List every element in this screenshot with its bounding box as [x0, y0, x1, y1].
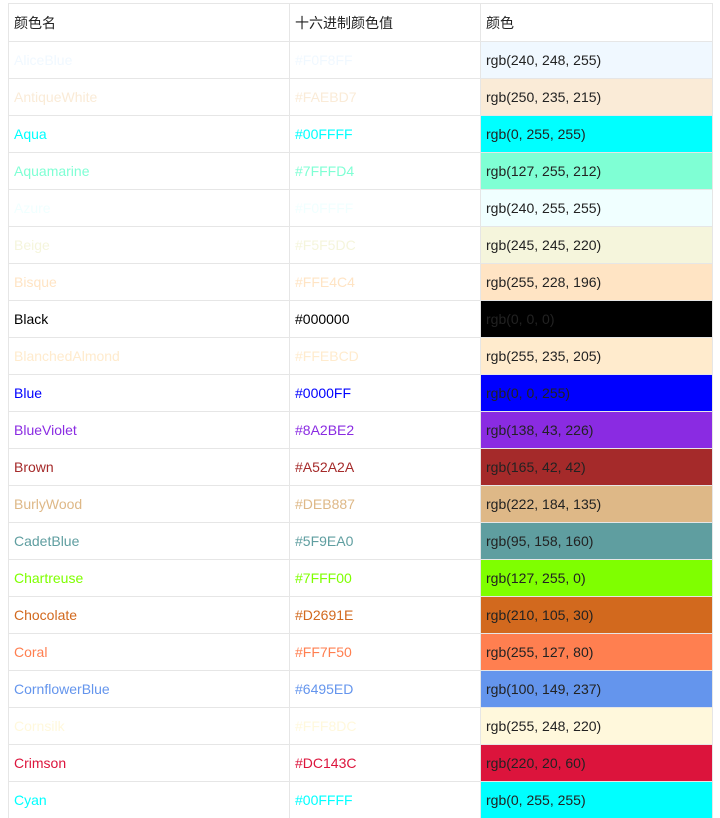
color-name-cell: Azure [8, 189, 290, 227]
color-name-cell: Aquamarine [8, 152, 290, 190]
color-swatch-cell: rgb(222, 184, 135) [480, 485, 713, 523]
color-swatch-cell: rgb(240, 255, 255) [480, 189, 713, 227]
table-row: Beige #F5F5DC rgb(245, 245, 220) [8, 226, 713, 264]
hex-value-cell: #FFEBCD [289, 337, 481, 375]
table-row: BlanchedAlmond #FFEBCD rgb(255, 235, 205) [8, 337, 713, 375]
table-row: CadetBlue #5F9EA0 rgb(95, 158, 160) [8, 522, 713, 560]
header-row: 颜色名 十六进制颜色值 颜色 [8, 3, 713, 42]
hex-value-cell: #F0F8FF [289, 41, 481, 79]
table-row: Black #000000 rgb(0, 0, 0) [8, 300, 713, 338]
color-name-cell: AntiqueWhite [8, 78, 290, 116]
hex-value-cell: #8A2BE2 [289, 411, 481, 449]
hex-value-cell: #D2691E [289, 596, 481, 634]
hex-value-cell: #DC143C [289, 744, 481, 782]
hex-value-cell: #F5F5DC [289, 226, 481, 264]
color-name-cell: Black [8, 300, 290, 338]
table-row: Chartreuse #7FFF00 rgb(127, 255, 0) [8, 559, 713, 597]
color-name-cell: Beige [8, 226, 290, 264]
table-row: CornflowerBlue #6495ED rgb(100, 149, 237) [8, 670, 713, 708]
color-name-cell: AliceBlue [8, 41, 290, 79]
hex-value-cell: #DEB887 [289, 485, 481, 523]
color-name-cell: Crimson [8, 744, 290, 782]
color-name-cell: Chocolate [8, 596, 290, 634]
color-swatch-cell: rgb(0, 0, 0) [480, 300, 713, 338]
color-swatch-cell: rgb(127, 255, 212) [480, 152, 713, 190]
hex-value-cell: #00FFFF [289, 115, 481, 153]
color-name-cell: Cornsilk [8, 707, 290, 745]
hex-value-cell: #000000 [289, 300, 481, 338]
table-row: AntiqueWhite #FAEBD7 rgb(250, 235, 215) [8, 78, 713, 116]
color-swatch-cell: rgb(255, 127, 80) [480, 633, 713, 671]
color-name-cell: Aqua [8, 115, 290, 153]
color-swatch-cell: rgb(127, 255, 0) [480, 559, 713, 597]
color-name-cell: Cyan [8, 781, 290, 818]
color-swatch-cell: rgb(255, 248, 220) [480, 707, 713, 745]
hex-value-cell: #A52A2A [289, 448, 481, 486]
table-row: Chocolate #D2691E rgb(210, 105, 30) [8, 596, 713, 634]
color-name-cell: CadetBlue [8, 522, 290, 560]
color-swatch-cell: rgb(210, 105, 30) [480, 596, 713, 634]
color-name-cell: Chartreuse [8, 559, 290, 597]
table-row: Crimson #DC143C rgb(220, 20, 60) [8, 744, 713, 782]
table-row: AliceBlue #F0F8FF rgb(240, 248, 255) [8, 41, 713, 79]
color-name-cell: Coral [8, 633, 290, 671]
color-swatch-cell: rgb(95, 158, 160) [480, 522, 713, 560]
table-row: Brown #A52A2A rgb(165, 42, 42) [8, 448, 713, 486]
hex-value-cell: #7FFF00 [289, 559, 481, 597]
table-row: Bisque #FFE4C4 rgb(255, 228, 196) [8, 263, 713, 301]
color-swatch-cell: rgb(255, 228, 196) [480, 263, 713, 301]
table-row: Cornsilk #FFF8DC rgb(255, 248, 220) [8, 707, 713, 745]
table-row: Blue #0000FF rgb(0, 0, 255) [8, 374, 713, 412]
color-name-cell: BlueViolet [8, 411, 290, 449]
header-color-name: 颜色名 [8, 3, 290, 42]
table-row: BlueViolet #8A2BE2 rgb(138, 43, 226) [8, 411, 713, 449]
color-name-cell: BurlyWood [8, 485, 290, 523]
header-color: 颜色 [480, 3, 713, 42]
color-swatch-cell: rgb(0, 0, 255) [480, 374, 713, 412]
color-swatch-cell: rgb(165, 42, 42) [480, 448, 713, 486]
color-name-cell: BlanchedAlmond [8, 337, 290, 375]
table-row: Aqua #00FFFF rgb(0, 255, 255) [8, 115, 713, 153]
color-table: 颜色名 十六进制颜色值 颜色 AliceBlue #F0F8FF rgb(240, … [8, 3, 713, 818]
table-row: BurlyWood #DEB887 rgb(222, 184, 135) [8, 485, 713, 523]
table-row: Azure #F0FFFF rgb(240, 255, 255) [8, 189, 713, 227]
hex-value-cell: #7FFFD4 [289, 152, 481, 190]
color-swatch-cell: rgb(250, 235, 215) [480, 78, 713, 116]
hex-value-cell: #FFE4C4 [289, 263, 481, 301]
color-swatch-cell: rgb(138, 43, 226) [480, 411, 713, 449]
table-row: Aquamarine #7FFFD4 rgb(127, 255, 212) [8, 152, 713, 190]
table-body: AliceBlue #F0F8FF rgb(240, 248, 255) Antiqu… [8, 41, 713, 818]
color-name-cell: Brown [8, 448, 290, 486]
color-swatch-cell: rgb(0, 255, 255) [480, 781, 713, 818]
hex-value-cell: #F0FFFF [289, 189, 481, 227]
table-row: Coral #FF7F50 rgb(255, 127, 80) [8, 633, 713, 671]
hex-value-cell: #5F9EA0 [289, 522, 481, 560]
table-row: Cyan #00FFFF rgb(0, 255, 255) [8, 781, 713, 818]
color-swatch-cell: rgb(245, 245, 220) [480, 226, 713, 264]
table-header: 颜色名 十六进制颜色值 颜色 [8, 3, 713, 42]
hex-value-cell: #00FFFF [289, 781, 481, 818]
hex-value-cell: #FF7F50 [289, 633, 481, 671]
hex-value-cell: #0000FF [289, 374, 481, 412]
hex-value-cell: #FFF8DC [289, 707, 481, 745]
color-name-cell: CornflowerBlue [8, 670, 290, 708]
color-name-cell: Blue [8, 374, 290, 412]
color-swatch-cell: rgb(240, 248, 255) [480, 41, 713, 79]
color-name-cell: Bisque [8, 263, 290, 301]
hex-value-cell: #6495ED [289, 670, 481, 708]
hex-value-cell: #FAEBD7 [289, 78, 481, 116]
color-swatch-cell: rgb(220, 20, 60) [480, 744, 713, 782]
page: 颜色名 十六进制颜色值 颜色 AliceBlue #F0F8FF rgb(240, … [0, 0, 720, 818]
color-swatch-cell: rgb(0, 255, 255) [480, 115, 713, 153]
header-hex-value: 十六进制颜色值 [289, 3, 481, 42]
color-swatch-cell: rgb(255, 235, 205) [480, 337, 713, 375]
color-swatch-cell: rgb(100, 149, 237) [480, 670, 713, 708]
